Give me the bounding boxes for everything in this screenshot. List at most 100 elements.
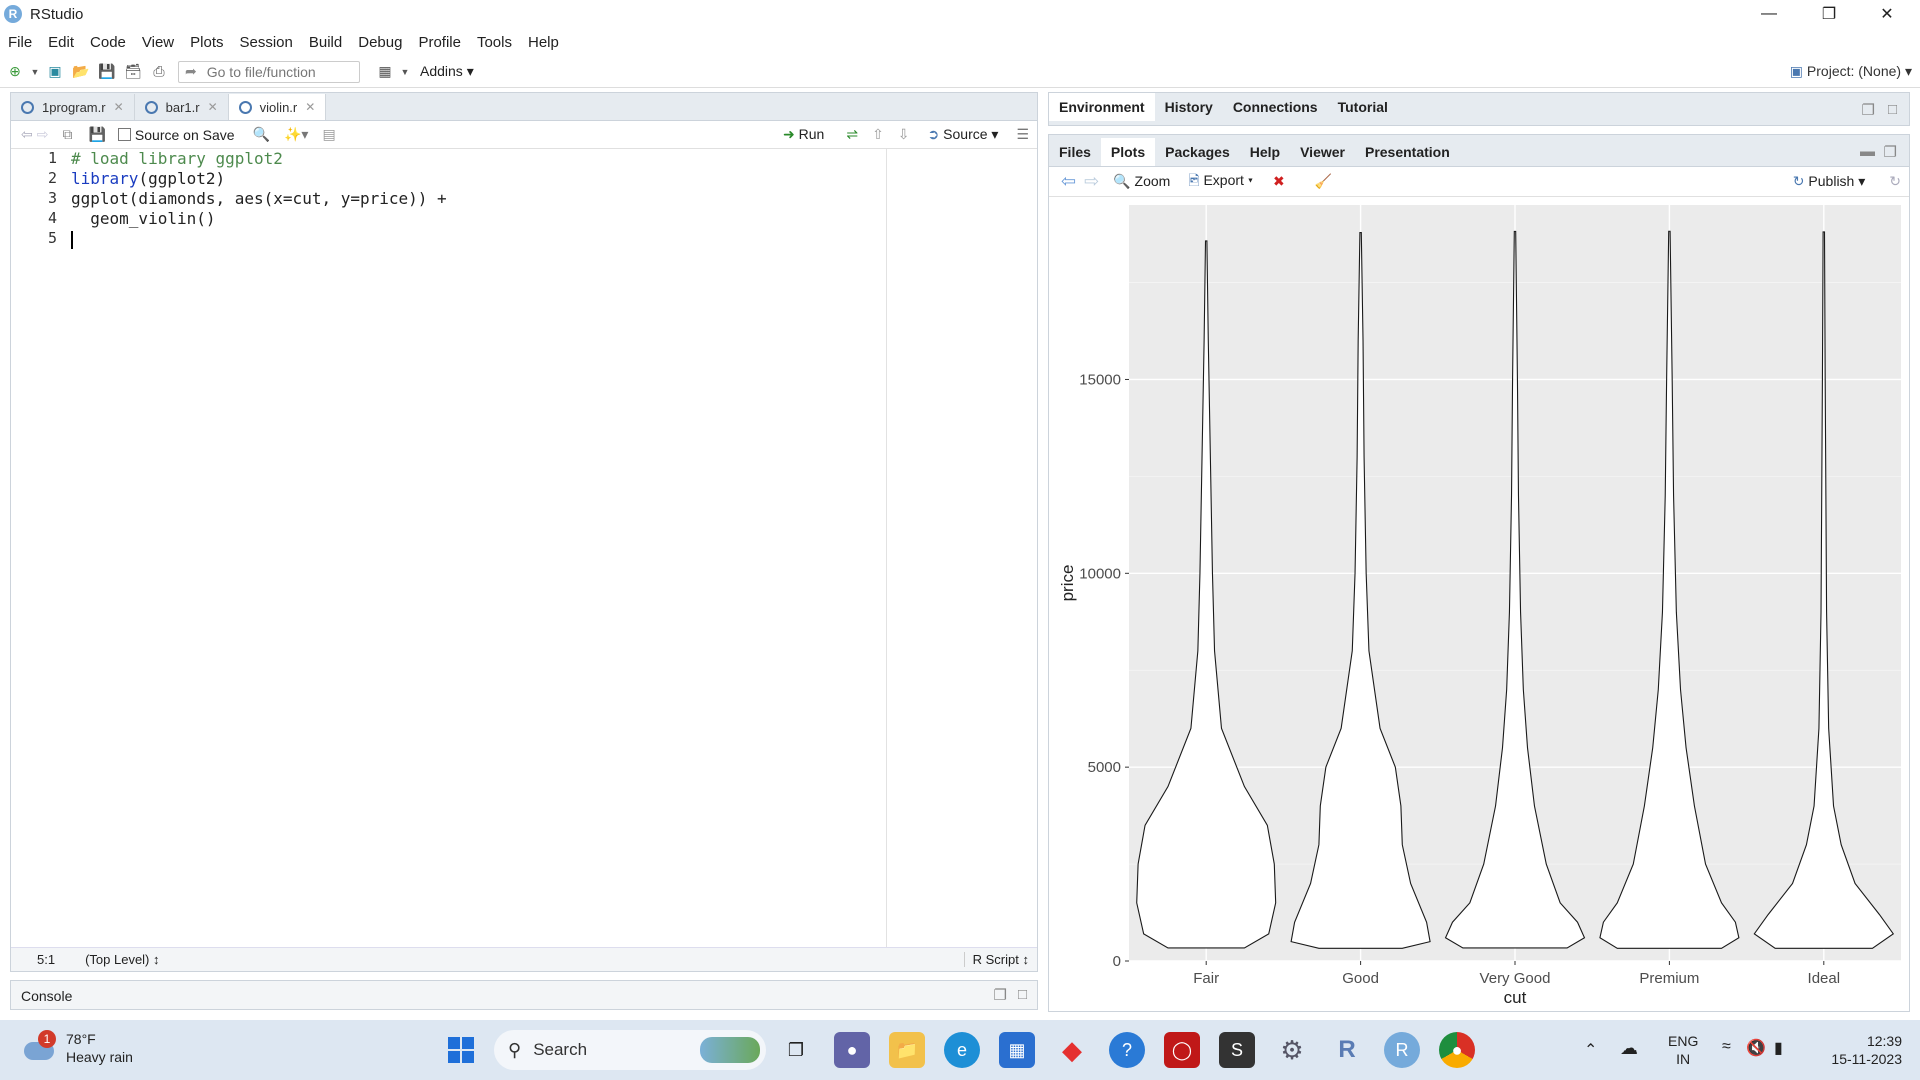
console-label: Console <box>21 988 73 1004</box>
up-arrow-icon[interactable]: ⇧ <box>872 126 884 143</box>
minimize-button[interactable]: — <box>1746 0 1792 28</box>
tab-history[interactable]: History <box>1155 93 1223 121</box>
menu-debug[interactable]: Debug <box>350 34 410 51</box>
export-button[interactable]: 🖻 Export ▾ <box>1188 170 1253 194</box>
menu-help[interactable]: Help <box>520 34 567 51</box>
forward-icon[interactable]: ⇨ <box>37 126 49 143</box>
mcafee-icon[interactable]: ◯ <box>1164 1032 1200 1068</box>
remove-plot-icon[interactable]: ✖ <box>1273 173 1285 190</box>
tab-files[interactable]: Files <box>1049 138 1101 166</box>
previous-plot-icon[interactable]: ⇦ <box>1061 171 1076 192</box>
start-icon[interactable] <box>443 1032 479 1068</box>
tab-presentation[interactable]: Presentation <box>1355 138 1460 166</box>
menu-profile[interactable]: Profile <box>410 34 469 51</box>
minimize-pane-icon[interactable]: ▬ <box>1860 143 1875 160</box>
console-pane[interactable]: Console ❐ □ <box>10 980 1038 1010</box>
new-project-icon[interactable]: ▣ <box>44 61 66 83</box>
tab-help[interactable]: Help <box>1240 138 1290 166</box>
save-all-icon[interactable]: 🗃 <box>122 61 144 83</box>
settings-gear-icon[interactable]: ⚙ <box>1274 1032 1310 1068</box>
menu-tools[interactable]: Tools <box>469 34 520 51</box>
taskbar-search[interactable]: ⚲ Search <box>494 1030 766 1070</box>
onedrive-icon[interactable]: ☁ <box>1620 1038 1638 1059</box>
show-in-window-icon[interactable]: ⧉ <box>62 126 72 143</box>
tab-environment[interactable]: Environment <box>1049 93 1155 121</box>
code-editor[interactable]: 1 2 3 4 5 # load library ggplot2 library(ggpl… <box>11 149 1037 947</box>
refresh-icon[interactable]: ↻ <box>1889 173 1901 190</box>
task-view-icon[interactable]: ❐ <box>778 1032 814 1068</box>
project-menu[interactable]: ▣ Project: (None) ▾ <box>1790 63 1912 80</box>
zoom-button[interactable]: 🔍 Zoom <box>1113 173 1170 190</box>
close-tab-icon[interactable]: ✕ <box>305 100 315 114</box>
teams-chat-icon[interactable]: ● <box>834 1032 870 1068</box>
help-app-icon[interactable]: ? <box>1109 1032 1145 1068</box>
file-type-selector[interactable]: R Script ↕ <box>963 952 1029 967</box>
close-tab-icon[interactable]: ✕ <box>114 100 124 114</box>
run-button[interactable]: ➜ Run <box>783 126 824 143</box>
print-icon[interactable]: ⎙ <box>148 61 170 83</box>
menu-build[interactable]: Build <box>301 34 350 51</box>
down-arrow-icon[interactable]: ⇩ <box>898 126 910 143</box>
outline-icon[interactable]: ☰ <box>1016 126 1029 143</box>
back-icon[interactable]: ⇦ <box>21 126 33 143</box>
open-file-icon[interactable]: 📂 <box>70 61 92 83</box>
tab-packages[interactable]: Packages <box>1155 138 1240 166</box>
new-file-icon[interactable]: ⊕ <box>4 61 26 83</box>
app-red-diamond-icon[interactable]: ◆ <box>1054 1032 1090 1068</box>
tab-plots[interactable]: Plots <box>1100 138 1156 166</box>
clear-plots-icon[interactable]: 🧹 <box>1315 173 1332 190</box>
menu-code[interactable]: Code <box>82 34 134 51</box>
rstudio-taskbar-icon[interactable]: R <box>1384 1032 1420 1068</box>
app-s-icon[interactable]: S <box>1219 1032 1255 1068</box>
source-on-save-checkbox[interactable] <box>117 128 131 141</box>
publish-button[interactable]: ↻ Publish ▾ <box>1793 173 1865 190</box>
tab-tutorial[interactable]: Tutorial <box>1328 93 1398 121</box>
edge-browser-icon[interactable]: e <box>944 1032 980 1068</box>
rerun-icon[interactable]: ⇌ <box>846 126 858 143</box>
find-icon[interactable]: 🔍 <box>253 126 270 143</box>
next-plot-icon[interactable]: ⇨ <box>1084 171 1099 192</box>
grid-layout-icon[interactable]: ▦ <box>374 61 396 83</box>
tab-1program[interactable]: 1program.r ✕ <box>11 94 135 120</box>
battery-icon[interactable]: ▮ <box>1774 1038 1783 1058</box>
source-button[interactable]: ➲ Source ▾ <box>928 126 999 143</box>
save-icon[interactable]: 💾 <box>96 61 118 83</box>
menu-view[interactable]: View <box>134 34 182 51</box>
tab-connections[interactable]: Connections <box>1223 93 1328 121</box>
line-number: 2 <box>47 169 57 187</box>
notebook-icon[interactable]: ▤ <box>322 126 335 143</box>
close-button[interactable]: ✕ <box>1864 0 1910 28</box>
restore-button[interactable]: ❐ <box>1806 0 1852 28</box>
menu-edit[interactable]: Edit <box>40 34 82 51</box>
dropdown-icon[interactable]: ▼ <box>30 61 40 83</box>
file-explorer-icon[interactable]: 📁 <box>889 1032 925 1068</box>
clock[interactable]: 12:39 15-11-2023 <box>1812 1032 1902 1068</box>
wifi-icon[interactable]: ≈ <box>1722 1038 1731 1056</box>
microsoft-store-icon[interactable]: ▦ <box>999 1032 1035 1068</box>
addins-menu[interactable]: Addins ▾ <box>420 63 474 80</box>
restore-pane-icon[interactable]: ❐ <box>1862 101 1875 119</box>
menu-plots[interactable]: Plots <box>182 34 231 51</box>
close-tab-icon[interactable]: ✕ <box>208 100 218 114</box>
tab-viewer[interactable]: Viewer <box>1290 138 1355 166</box>
show-hidden-icons[interactable]: ⌃ <box>1584 1040 1597 1060</box>
menu-file[interactable]: File <box>0 34 40 51</box>
restore-pane-icon[interactable]: ❐ <box>994 986 1007 1004</box>
tab-bar1[interactable]: bar1.r ✕ <box>135 94 229 120</box>
tab-violin[interactable]: violin.r ✕ <box>228 94 327 120</box>
code-tools-icon[interactable]: ✨▾ <box>284 126 308 143</box>
dropdown-icon[interactable]: ▼ <box>400 61 410 83</box>
maximize-pane-icon[interactable]: □ <box>1888 101 1897 118</box>
restore-pane-icon[interactable]: ❐ <box>1884 143 1897 161</box>
r-gui-icon[interactable]: R <box>1329 1032 1365 1068</box>
volume-muted-icon[interactable]: 🔇 <box>1746 1038 1766 1058</box>
weather-widget[interactable]: 1 78°F Heavy rain <box>20 1028 133 1068</box>
scope-selector[interactable]: (Top Level) ↕ <box>85 952 159 967</box>
save-file-icon[interactable]: 💾 <box>88 126 105 143</box>
chrome-icon[interactable]: ● <box>1439 1032 1475 1068</box>
maximize-pane-icon[interactable]: □ <box>1018 986 1027 1003</box>
menu-session[interactable]: Session <box>232 34 301 51</box>
go-to-file-input[interactable]: ➦ Go to file/function <box>178 60 360 83</box>
language-indicator[interactable]: ENG IN <box>1668 1032 1698 1068</box>
